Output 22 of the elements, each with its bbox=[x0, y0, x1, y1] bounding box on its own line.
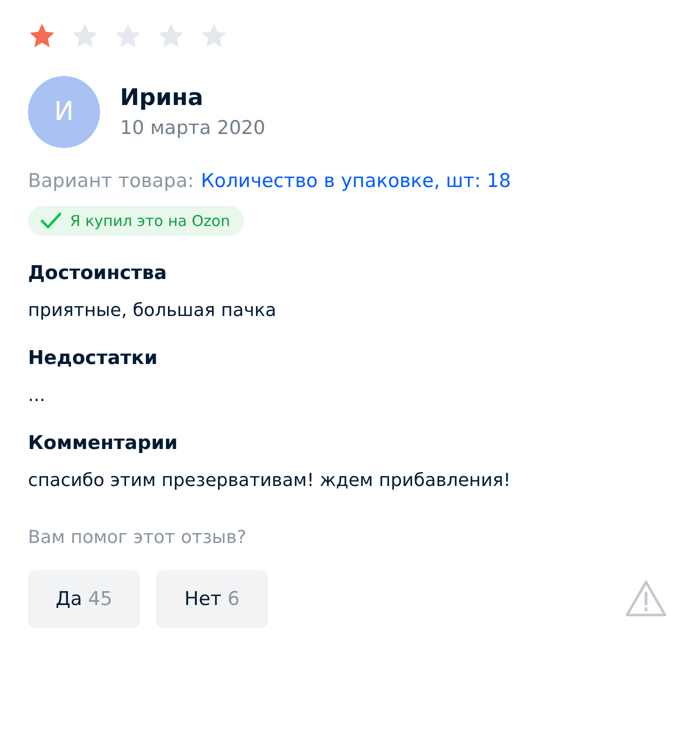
section-text: приятные, большая пачка bbox=[28, 300, 278, 321]
variant-link[interactable]: Количество в упаковке, шт: 18 bbox=[200, 170, 511, 192]
section-text: ... bbox=[28, 385, 46, 406]
check-icon bbox=[40, 212, 62, 230]
author-name: Ирина bbox=[120, 85, 204, 111]
avatar: И bbox=[28, 76, 100, 148]
vote-button[interactable]: Да 45 bbox=[28, 570, 140, 628]
star-icon bbox=[200, 22, 228, 50]
section-title: Комментарии bbox=[28, 432, 179, 454]
review-date: 10 марта 2020 bbox=[120, 117, 266, 139]
section-title: Достоинства bbox=[28, 262, 168, 284]
star-icon bbox=[114, 22, 142, 50]
star-icon bbox=[157, 22, 185, 50]
section-text: спасибо этим презервативам! ждем прибавления! bbox=[28, 470, 512, 491]
star-icon bbox=[28, 22, 56, 50]
variant-label: Вариант товара: bbox=[28, 170, 194, 192]
badge-text: Я купил это на Ozon bbox=[70, 212, 230, 230]
star-icon bbox=[71, 22, 99, 50]
helpful-question: Вам помог этот отзыв? bbox=[28, 527, 248, 548]
vote-button[interactable]: Нет 6 bbox=[156, 570, 268, 628]
warning-icon[interactable] bbox=[624, 579, 668, 619]
section-title: Недостатки bbox=[28, 347, 159, 369]
